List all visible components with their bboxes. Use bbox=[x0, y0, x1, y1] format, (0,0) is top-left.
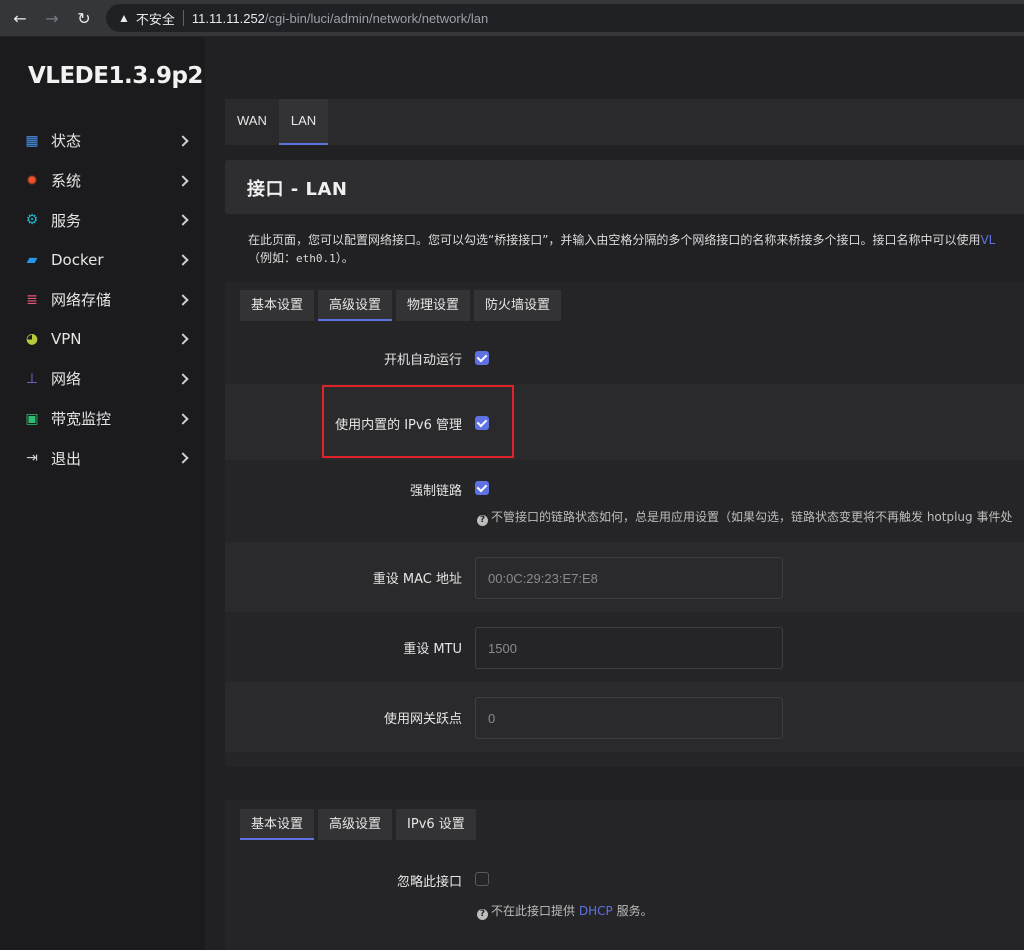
monitor-icon: ▣ bbox=[25, 410, 39, 427]
sidebar-menu: ▦ 状态 ✹ 系统 ⚙ 服务 ▰ Docker ≣ 网络存储 ◕ VPN ⊥ 网络 ▣ 带宽监控 ⇥ 退出 bbox=[0, 121, 205, 478]
dhcp-server-section: 基本设置 高级设置 IPv6 设置 忽略此接口 ? 不在此接口提供 DHCP 服务… bbox=[225, 800, 1024, 950]
chevron-right-icon bbox=[177, 373, 189, 385]
logout-icon: ⇥ bbox=[26, 450, 38, 467]
row-ipv6-management: 使用内置的 IPv6 管理 bbox=[225, 384, 1024, 460]
sidebar-item-label: 退出 bbox=[51, 449, 82, 468]
dhcp-subtabs: 基本设置 高级设置 IPv6 设置 bbox=[240, 809, 476, 840]
page-description: 在此页面，您可以配置网络接口。您可以勾选“桥接接口”，并输入由空格分隔的多个网络… bbox=[248, 231, 1024, 268]
sidebar-item-6[interactable]: ⊥ 网络 bbox=[0, 359, 205, 399]
help-icon: ? bbox=[477, 909, 488, 920]
sidebar-item-4[interactable]: ≣ 网络存储 bbox=[0, 280, 205, 320]
ipv6-management-checkbox[interactable] bbox=[475, 416, 489, 430]
subtab-physical[interactable]: 物理设置 bbox=[396, 290, 471, 321]
ignore-interface-hint: ? 不在此接口提供 DHCP 服务。 bbox=[477, 902, 653, 920]
sidebar: VLEDE1.3.9p2 ▦ 状态 ✹ 系统 ⚙ 服务 ▰ Docker ≣ 网络存储 ◕ VPN ⊥ 网… bbox=[0, 37, 205, 950]
force-link-hint: ? 不管接口的链路状态如何，总是用应用设置（如果勾选，链路状态变更将不再触发 ho… bbox=[477, 508, 1012, 526]
chevron-right-icon bbox=[177, 254, 189, 266]
chevron-right-icon bbox=[177, 452, 189, 465]
config-subtabs: 基本设置 高级设置 物理设置 防火墙设置 bbox=[240, 290, 562, 321]
row-mtu: 重设 MTU bbox=[225, 612, 1024, 682]
browser-toolbar: ← → ↻ ▲ 不安全 11.11.11.252/cgi-bin/luci/ad… bbox=[0, 0, 1024, 37]
chevron-right-icon bbox=[177, 412, 189, 425]
dhcp-link[interactable]: DHCP bbox=[579, 904, 613, 918]
force-link-label: 强制链路 bbox=[409, 484, 462, 499]
page-title: 接口 - LAN bbox=[247, 179, 348, 200]
address-bar[interactable]: ▲ 不安全 11.11.11.252/cgi-bin/luci/admin/ne… bbox=[106, 4, 1024, 32]
autostart-checkbox[interactable] bbox=[475, 351, 489, 365]
sidebar-item-label: 系统 bbox=[51, 172, 82, 191]
sidebar-item-0[interactable]: ▦ 状态 bbox=[0, 121, 205, 161]
sidebar-item-8[interactable]: ⇥ 退出 bbox=[0, 439, 205, 479]
mtu-label: 重设 MTU bbox=[403, 642, 462, 657]
sidebar-item-label: Docker bbox=[51, 250, 104, 269]
row-mac-override: 重设 MAC 地址 bbox=[225, 542, 1024, 612]
mac-label: 重设 MAC 地址 bbox=[372, 572, 462, 587]
description-text: 在此页面，您可以配置网络接口。您可以勾选“桥接接口”，并输入由空格分隔的多个网络… bbox=[248, 233, 981, 247]
row-autostart: 开机自动运行 bbox=[225, 332, 1024, 384]
subtab-basic[interactable]: 基本设置 bbox=[240, 290, 315, 321]
interface-tabs: WAN LAN bbox=[225, 99, 1024, 145]
warning-icon[interactable]: ▲ bbox=[118, 11, 130, 25]
sidebar-item-label: 状态 bbox=[51, 132, 82, 151]
sidebar-item-label: VPN bbox=[51, 330, 82, 349]
sidebar-item-label: 网络 bbox=[51, 370, 82, 389]
chevron-right-icon bbox=[177, 135, 189, 147]
force-link-checkbox[interactable] bbox=[475, 481, 489, 495]
page-header: 接口 - LAN bbox=[225, 160, 1024, 214]
description-example-prefix: （例如： bbox=[248, 251, 297, 265]
sidebar-item-label: 服务 bbox=[51, 211, 82, 230]
dashboard-icon: ▦ bbox=[25, 132, 39, 149]
autostart-label: 开机自动运行 bbox=[383, 353, 462, 368]
sidebar-item-label: 网络存储 bbox=[51, 291, 112, 310]
common-config-section: 基本设置 高级设置 物理设置 防火墙设置 开机自动运行 使用内置的 IPv6 管… bbox=[225, 282, 1024, 767]
chevron-right-icon bbox=[177, 214, 189, 226]
tab-wan[interactable]: WAN bbox=[225, 99, 279, 145]
gear-icon: ✹ bbox=[26, 172, 38, 189]
tab-lan[interactable]: LAN bbox=[278, 99, 329, 145]
main-content: WAN LAN 接口 - LAN 在此页面，您可以配置网络接口。您可以勾选“桥接… bbox=[205, 37, 1024, 950]
chevron-right-icon bbox=[177, 333, 189, 345]
mtu-input[interactable] bbox=[475, 627, 783, 669]
insecure-label[interactable]: 不安全 bbox=[136, 9, 175, 28]
description-code: eth0.1 bbox=[296, 252, 336, 265]
vpn-globe-icon: ◕ bbox=[25, 331, 39, 348]
url-divider bbox=[182, 10, 184, 26]
dhcp-subtab-basic[interactable]: 基本设置 bbox=[240, 809, 315, 840]
row-gateway-metric: 使用网关跃点 bbox=[225, 682, 1024, 752]
reload-icon[interactable]: ↻ bbox=[72, 6, 96, 30]
sidebar-item-label: 带宽监控 bbox=[51, 410, 112, 429]
description-example-suffix: ）。 bbox=[335, 251, 354, 265]
chevron-right-icon bbox=[177, 174, 189, 187]
back-icon[interactable]: ← bbox=[8, 6, 32, 30]
sidebar-item-2[interactable]: ⚙ 服务 bbox=[0, 200, 205, 240]
help-icon: ? bbox=[477, 515, 488, 526]
subtab-firewall[interactable]: 防火墙设置 bbox=[474, 290, 562, 321]
ignore-interface-checkbox[interactable] bbox=[475, 872, 489, 886]
ignore-interface-label: 忽略此接口 bbox=[396, 875, 462, 890]
dhcp-subtab-ipv6[interactable]: IPv6 设置 bbox=[396, 809, 476, 840]
url-host: 11.11.11.252 bbox=[191, 10, 265, 26]
forward-icon[interactable]: → bbox=[40, 6, 64, 30]
vlan-link[interactable]: VL bbox=[980, 233, 995, 247]
services-icon: ⚙ bbox=[25, 212, 39, 229]
chevron-right-icon bbox=[177, 293, 189, 306]
subtab-advanced[interactable]: 高级设置 bbox=[318, 290, 393, 321]
row-force-link: 强制链路 ? 不管接口的链路状态如何，总是用应用设置（如果勾选，链路状态变更将不再… bbox=[225, 460, 1024, 542]
storage-icon: ≣ bbox=[26, 291, 38, 308]
dhcp-subtab-advanced[interactable]: 高级设置 bbox=[318, 809, 393, 840]
brand-logo[interactable]: VLEDE1.3.9p2 bbox=[28, 63, 203, 89]
network-icon: ⊥ bbox=[25, 370, 39, 387]
sidebar-item-7[interactable]: ▣ 带宽监控 bbox=[0, 399, 205, 439]
metric-label: 使用网关跃点 bbox=[383, 712, 462, 727]
sidebar-item-1[interactable]: ✹ 系统 bbox=[0, 161, 205, 201]
mac-address-input[interactable] bbox=[475, 557, 783, 599]
row-ignore-interface: 忽略此接口 ? 不在此接口提供 DHCP 服务。 bbox=[225, 856, 1024, 950]
url-path: /cgi-bin/luci/admin/network/network/lan bbox=[264, 10, 489, 26]
docker-icon: ▰ bbox=[26, 251, 38, 268]
ipv6-management-label: 使用内置的 IPv6 管理 bbox=[335, 418, 462, 433]
sidebar-item-3[interactable]: ▰ Docker bbox=[0, 240, 205, 280]
gateway-metric-input[interactable] bbox=[475, 697, 783, 739]
sidebar-item-5[interactable]: ◕ VPN bbox=[0, 319, 205, 359]
